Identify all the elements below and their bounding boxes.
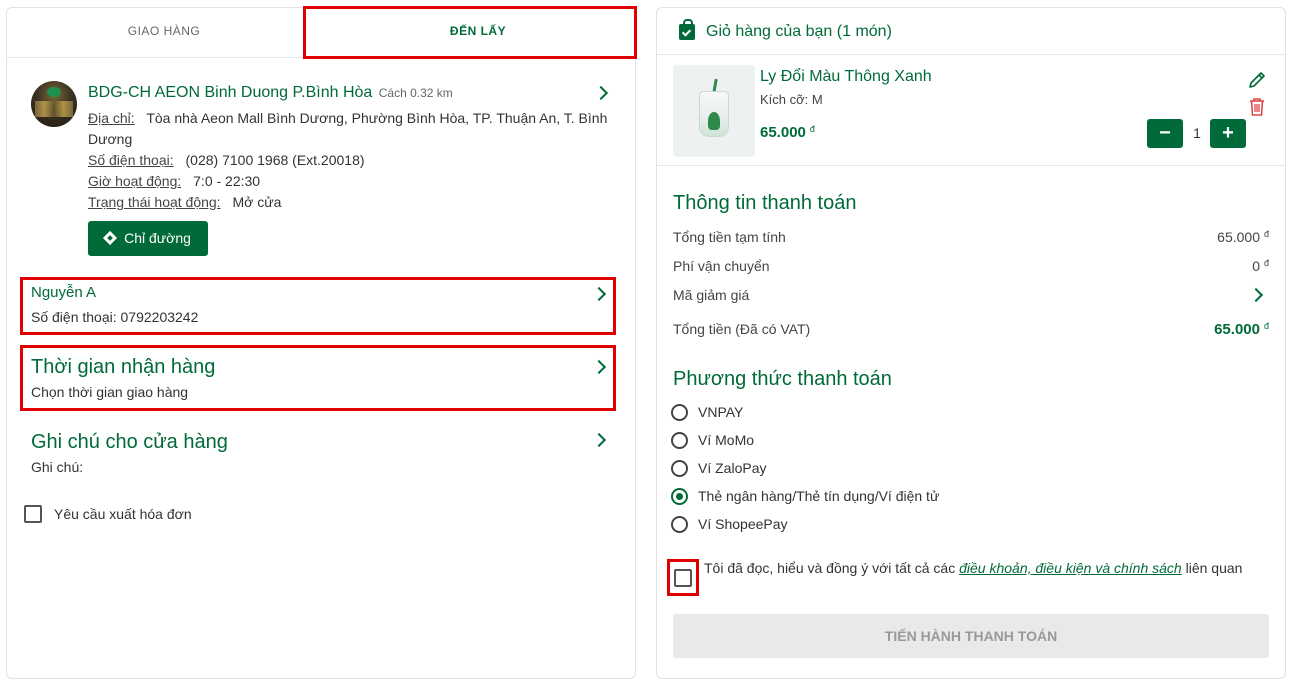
payment-methods-title: Phương thức thanh toán — [673, 368, 892, 390]
product-size: Kích cỡ: M — [760, 92, 823, 107]
payment-info-title: Thông tin thanh toán — [673, 192, 857, 214]
customer-chevron-right-icon[interactable] — [591, 286, 607, 302]
increase-quantity-button[interactable]: + — [1210, 119, 1246, 148]
hours-label: Giờ hoạt động: — [88, 173, 182, 189]
subtotal-amount: 65.000 — [1217, 229, 1260, 245]
directions-button[interactable]: Chỉ đường — [88, 221, 208, 256]
phone-label: Số điện thoại: — [88, 152, 174, 168]
total-currency: đ — [1263, 321, 1269, 331]
pickup-panel: GIAO HÀNG ĐẾN LẤY BDG-CH AEON Binh Duong… — [6, 7, 636, 679]
total-label: Tổng tiền (Đã có VAT) — [673, 321, 811, 337]
product-image — [673, 65, 755, 157]
invoice-checkbox[interactable] — [24, 505, 42, 523]
radio-shopeepay[interactable] — [671, 516, 688, 533]
pickup-time-title[interactable]: Thời gian nhận hàng — [31, 356, 215, 379]
decrease-quantity-button[interactable]: − — [1147, 119, 1183, 148]
discount-label[interactable]: Mã giảm giá — [673, 287, 749, 303]
shipping-amount: 0 — [1252, 258, 1260, 274]
pickup-time-chevron-right-icon[interactable] — [591, 359, 607, 375]
directions-icon — [103, 230, 118, 246]
radio-label-vnpay: VNPAY — [698, 404, 744, 420]
checkout-button[interactable]: TIẾN HÀNH THANH TOÁN — [673, 614, 1269, 658]
product-price-currency: đ — [809, 124, 815, 134]
status-value: Mở cửa — [232, 194, 282, 210]
subtotal-label: Tổng tiền tạm tính — [673, 229, 786, 245]
status-label: Trạng thái hoạt động: — [88, 194, 221, 210]
product-name[interactable]: Ly Đổi Màu Thông Xanh — [760, 68, 932, 86]
radio-vnpay[interactable] — [671, 404, 688, 421]
address-line2: Dương — [88, 131, 133, 147]
radio-zalopay[interactable] — [671, 460, 688, 477]
cart-divider — [657, 165, 1285, 166]
subtotal-currency: đ — [1263, 229, 1269, 239]
address-line1: Tòa nhà Aeon Mall Bình Dương, Phường Bìn… — [146, 110, 608, 126]
radio-label-shopeepay: Ví ShopeePay — [698, 516, 788, 532]
terms-checkbox[interactable] — [674, 569, 692, 587]
terms-prefix: Tôi đã đọc, hiểu và đồng ý với tất cả cá… — [704, 560, 956, 576]
cart-panel: Giỏ hàng của bạn (1 món) Ly Đổi Màu Thôn… — [656, 7, 1286, 679]
store-title[interactable]: BDG-CH AEON Binh Duong P.Bình Hòa Cách 0… — [88, 84, 453, 102]
radio-label-bank-card: Thẻ ngân hàng/Thẻ tín dụng/Ví điện tử — [698, 488, 940, 504]
terms-suffix: liên quan — [1185, 560, 1243, 576]
store-address: Địa chỉ: Tòa nhà Aeon Mall Bình Dương, P… — [88, 108, 618, 150]
store-status: Trạng thái hoạt động: Mở cửa — [88, 192, 281, 213]
delivery-tabs: GIAO HÀNG ĐẾN LẤY — [7, 8, 635, 58]
invoice-label: Yêu cầu xuất hóa đơn — [54, 506, 192, 522]
shopping-bag-icon — [679, 19, 695, 40]
shipping-label: Phí vận chuyển — [673, 258, 770, 274]
total-amount: 65.000 — [1214, 321, 1260, 338]
delete-trash-icon[interactable] — [1248, 97, 1266, 117]
cart-title: Giỏ hàng của bạn (1 món) — [706, 23, 892, 40]
radio-bank-card[interactable] — [671, 488, 688, 505]
shipping-value: 0đ — [1252, 258, 1269, 274]
store-distance: Cách 0.32 km — [378, 86, 453, 100]
tab-delivery[interactable]: GIAO HÀNG — [7, 8, 321, 58]
store-note-label: Ghi chú: — [31, 459, 84, 475]
hours-value: 7:0 - 22:30 — [193, 173, 261, 189]
address-label: Địa chỉ: — [88, 110, 135, 126]
store-chevron-right-icon[interactable] — [593, 85, 609, 101]
tab-pickup[interactable]: ĐẾN LẤY — [321, 8, 635, 58]
terms-link[interactable]: điều khoản, điều kiện và chính sách — [959, 560, 1182, 576]
product-price-value: 65.000 — [760, 124, 806, 141]
edit-pencil-icon[interactable] — [1247, 70, 1267, 90]
shipping-currency: đ — [1263, 258, 1269, 268]
product-price: 65.000 đ — [760, 124, 815, 141]
customer-name[interactable]: Nguyễn A — [31, 284, 96, 301]
quantity-value: 1 — [1193, 125, 1201, 141]
customer-phone: Số điện thoại: 0792203242 — [31, 309, 199, 325]
store-phone: Số điện thoại: (028) 7100 1968 (Ext.2001… — [88, 150, 365, 171]
radio-label-zalopay: Ví ZaloPay — [698, 460, 767, 476]
subtotal-value: 65.000 đ — [1217, 229, 1269, 245]
store-avatar — [31, 81, 77, 127]
note-chevron-right-icon[interactable] — [591, 432, 607, 448]
terms-text: Tôi đã đọc, hiểu và đồng ý với tất cả cá… — [704, 558, 1244, 579]
phone-value: (028) 7100 1968 (Ext.20018) — [185, 152, 365, 168]
cart-header: Giỏ hàng của bạn (1 món) — [657, 8, 1285, 55]
total-value: 65.000 đ — [1214, 321, 1269, 338]
store-name: BDG-CH AEON Binh Duong P.Bình Hòa — [88, 84, 373, 101]
radio-momo[interactable] — [671, 432, 688, 449]
store-note-title[interactable]: Ghi chú cho cửa hàng — [31, 431, 228, 454]
store-hours: Giờ hoạt động: 7:0 - 22:30 — [88, 171, 260, 192]
radio-label-momo: Ví MoMo — [698, 432, 755, 448]
discount-chevron-right-icon[interactable] — [1248, 287, 1264, 303]
directions-label: Chỉ đường — [124, 230, 191, 246]
pickup-time-subtitle: Chọn thời gian giao hàng — [31, 384, 189, 400]
